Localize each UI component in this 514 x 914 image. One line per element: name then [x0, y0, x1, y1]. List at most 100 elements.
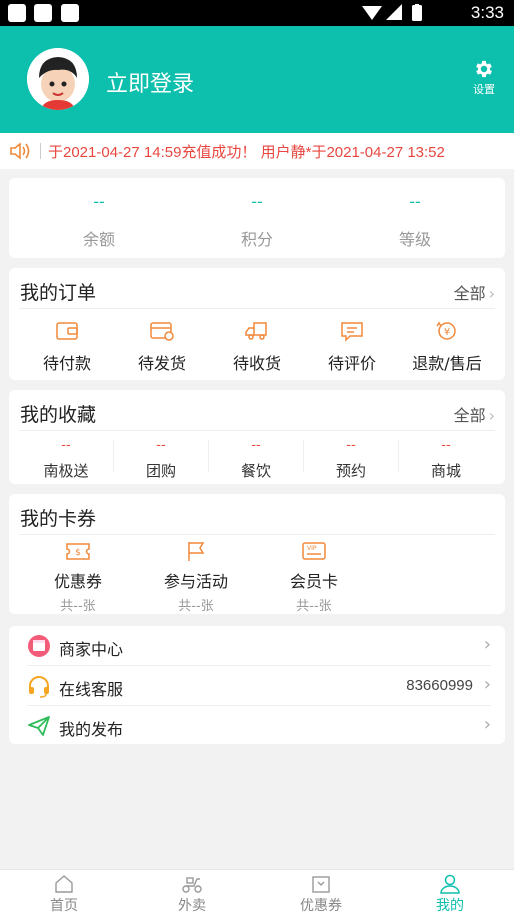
level-label: 等级 [398, 230, 431, 249]
tab-coupons[interactable]: 优惠券 [257, 874, 385, 914]
menu-merchant-center[interactable]: 商家中心 › [9, 626, 505, 666]
coupon-tab-icon [312, 876, 330, 893]
vip-card-icon: VIP [302, 542, 326, 560]
favorite-label: 预约 [335, 462, 366, 480]
gear-icon [476, 60, 492, 78]
favorites-all-link[interactable]: 全部 › [454, 402, 495, 426]
menu-my-posts[interactable]: 我的发布 › [9, 706, 505, 746]
shop-icon [28, 635, 50, 657]
coupon-count: 共--张 [178, 599, 214, 614]
signal-battery-icon [362, 4, 422, 21]
my-coupons-section: 我的卡券 $ 优惠券 共--张 参与活动 共--张 VIP 会员卡 共--张 [9, 494, 505, 614]
settings-button[interactable]: 设置 [468, 58, 500, 97]
order-pending-receipt[interactable]: 待收货 [207, 320, 307, 374]
coupon-activities[interactable]: 参与活动 共--张 [146, 540, 246, 614]
svg-text:$: $ [75, 548, 81, 558]
favorite-count: -- [251, 438, 261, 453]
my-orders-section: 我的订单 全部 › 待付款 待发货 待收货 待评价 ¥ 退款/售后 [9, 268, 505, 380]
favorite-booking[interactable]: -- 预约 [304, 438, 398, 481]
tab-label: 我的 [436, 898, 464, 914]
order-pending-shipment[interactable]: 待发货 [112, 320, 212, 374]
favorite-count: -- [61, 438, 71, 453]
clock: 3:33 [470, 3, 504, 22]
tab-label: 外卖 [178, 898, 206, 914]
user-icon [440, 874, 460, 894]
divider [19, 308, 495, 309]
favorites-all-label: 全部 [453, 406, 486, 425]
notice-text: 于2021-04-27 14:59充值成功！ 用户静*于2021-04-27 1… [48, 144, 445, 161]
coupon-icon: $ [66, 543, 90, 560]
svg-text:VIP: VIP [307, 545, 317, 552]
order-refund[interactable]: ¥ 退款/售后 [397, 320, 497, 374]
points-stat[interactable]: -- 积分 [197, 192, 317, 250]
divider [40, 143, 41, 159]
send-icon [28, 716, 50, 736]
order-pending-review[interactable]: 待评价 [302, 320, 402, 374]
coupon-label: 优惠券 [53, 572, 102, 591]
balance-label: 余额 [82, 230, 115, 249]
my-favorites-section: 我的收藏 全部 › -- 南极送 -- 团购 -- 餐饮 -- 预约 -- 商城 [9, 390, 505, 484]
home-icon [55, 875, 73, 893]
bottom-tab-bar: 首页 外卖 优惠券 我的 [0, 869, 514, 914]
coupon-label: 会员卡 [289, 572, 338, 591]
orders-title: 我的订单 [20, 282, 97, 304]
favorite-label: 南极送 [43, 462, 89, 480]
avatar[interactable] [27, 48, 89, 110]
balance-stat[interactable]: -- 余额 [39, 192, 159, 250]
divider [19, 534, 495, 535]
menu-label: 我的发布 [59, 720, 124, 739]
svg-text:¥: ¥ [444, 327, 450, 338]
notification-icon [8, 4, 26, 22]
service-phone: 83660999 [406, 677, 473, 694]
chevron-right-icon: › [488, 406, 495, 425]
profile-header: 立即登录 设置 [0, 26, 514, 133]
truck-icon [245, 322, 267, 340]
menu-label: 在线客服 [59, 680, 124, 699]
points-value: -- [251, 192, 263, 211]
tab-label: 优惠券 [300, 898, 342, 914]
favorite-nanjisong[interactable]: -- 南极送 [19, 438, 113, 481]
coupon-vouchers[interactable]: $ 优惠券 共--张 [28, 540, 128, 614]
favorites-title: 我的收藏 [20, 404, 97, 426]
order-item-label: 待收货 [232, 354, 281, 373]
level-value: -- [409, 192, 421, 211]
chevron-right-icon: › [483, 634, 491, 655]
favorite-label: 商城 [430, 462, 461, 480]
headset-icon [29, 676, 49, 698]
coupon-count: 共--张 [296, 599, 332, 614]
login-link[interactable]: 立即登录 [106, 66, 194, 98]
order-item-label: 待付款 [42, 354, 91, 373]
notice-marquee: 于2021-04-27 14:59充值成功！ 用户静*于2021-04-27 1… [0, 133, 514, 169]
status-bar: 3:33 [0, 0, 514, 26]
menu-online-service[interactable]: 在线客服 83660999 › [9, 666, 505, 706]
coupon-label: 参与活动 [163, 572, 228, 591]
settings-label: 设置 [473, 83, 495, 96]
notification-icon [34, 4, 52, 22]
scooter-icon [182, 877, 202, 893]
orders-all-link[interactable]: 全部 › [454, 280, 495, 304]
balance-value: -- [93, 192, 105, 211]
favorite-mall[interactable]: -- 商城 [399, 438, 493, 481]
favorite-count: -- [346, 438, 356, 453]
favorite-count: -- [156, 438, 166, 453]
account-stats: -- 余额 -- 积分 -- 等级 [9, 178, 505, 258]
avatar-icon [27, 48, 89, 110]
wallet-icon [56, 322, 78, 340]
coupon-membership[interactable]: VIP 会员卡 共--张 [264, 540, 364, 614]
order-pending-payment[interactable]: 待付款 [17, 320, 117, 374]
points-label: 积分 [240, 230, 273, 249]
tab-takeout[interactable]: 外卖 [128, 874, 256, 914]
tab-label: 首页 [50, 898, 78, 914]
chevron-right-icon: › [488, 284, 495, 303]
level-stat[interactable]: -- 等级 [355, 192, 475, 250]
favorite-label: 团购 [145, 462, 176, 480]
menu-label: 商家中心 [59, 640, 124, 659]
favorite-groupbuy[interactable]: -- 团购 [114, 438, 208, 481]
tab-home[interactable]: 首页 [0, 874, 128, 914]
notification-icon [61, 4, 79, 22]
coupon-count: 共--张 [60, 599, 96, 614]
chevron-right-icon: › [483, 674, 491, 695]
comment-icon [341, 322, 363, 342]
tab-mine[interactable]: 我的 [386, 874, 514, 914]
favorite-dining[interactable]: -- 餐饮 [209, 438, 303, 481]
